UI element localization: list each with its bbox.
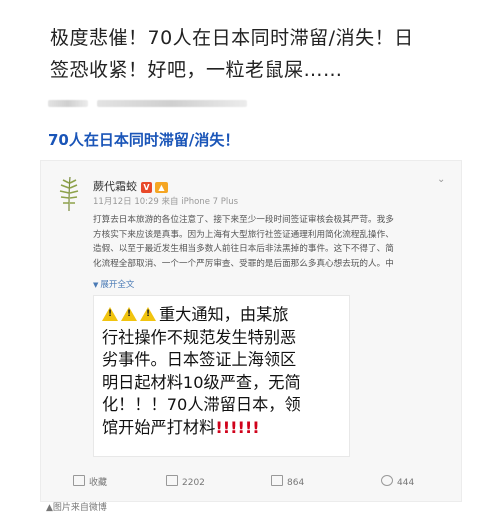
notice-line: 馆开始严打材料 bbox=[102, 417, 216, 437]
post-author[interactable]: 蕨代霜蛟 V ▲ bbox=[93, 178, 168, 194]
post-meta: 11月12日 10:29 来自 iPhone 7 Plus bbox=[93, 197, 239, 207]
headline-line-2: 签恐收紧！好吧，一粒老鼠屎…… bbox=[50, 59, 343, 81]
article-headline: 极度悲催！70人在日本同时滞留/消失！日 签恐收紧！好吧，一粒老鼠屎…… bbox=[50, 22, 450, 86]
warning-icon bbox=[140, 307, 156, 321]
article-subheading: 70人在日本同时滞留/消失！ bbox=[48, 131, 240, 149]
comment-icon bbox=[271, 475, 283, 486]
post-body: 打算去日本旅游的各位注意了、接下来至少一段时间签证审核会极其严苛。我多 方核实下… bbox=[93, 213, 445, 271]
weibo-post-card: 蕨代霜蛟 V ▲ 11月12日 10:29 来自 iPhone 7 Plus ⌄ 打… bbox=[40, 160, 462, 502]
blurred-text bbox=[48, 100, 88, 107]
favorite-button[interactable]: 收藏 bbox=[73, 475, 107, 488]
warning-icon bbox=[121, 307, 137, 321]
repost-button[interactable]: 2202 bbox=[166, 475, 205, 488]
comment-count: 864 bbox=[287, 478, 305, 488]
post-body-line: 造假、以至于最近发生相当多数人前往日本后非法黑掉的事件。这下不得了、简 bbox=[93, 244, 394, 254]
expand-full-text-link[interactable]: ▼ 展开全文 bbox=[93, 278, 134, 290]
image-edge-fade bbox=[325, 296, 349, 456]
chevron-down-icon[interactable]: ⌄ bbox=[437, 175, 447, 185]
like-button[interactable]: 444 bbox=[381, 475, 414, 488]
expand-arrow-icon: ▼ bbox=[93, 281, 99, 289]
author-name[interactable]: 蕨代霜蛟 bbox=[93, 180, 137, 193]
notice-line: 明日起材料10级严查，无简 bbox=[102, 372, 301, 392]
notice-line: 劣事件。日本签证上海领区 bbox=[102, 350, 297, 370]
post-action-bar: 收藏 2202 864 444 bbox=[41, 471, 461, 495]
vip-badge: V bbox=[141, 181, 152, 193]
image-caption: ▲图片来自微博 bbox=[46, 503, 107, 513]
notice-line: 重大通知，由某旅 bbox=[159, 305, 289, 324]
blurred-text bbox=[97, 100, 248, 107]
expand-label: 展开全文 bbox=[100, 280, 135, 290]
comment-button[interactable]: 864 bbox=[271, 475, 304, 488]
favorite-label: 收藏 bbox=[89, 478, 108, 488]
like-count: 444 bbox=[397, 478, 415, 488]
level-badge-icon: ▲ bbox=[155, 181, 168, 193]
exclamation-marks: !!!!!! bbox=[215, 417, 260, 437]
thumbs-up-icon bbox=[381, 475, 393, 486]
warning-icon bbox=[102, 307, 118, 321]
blurred-author-row bbox=[48, 92, 278, 107]
notice-image[interactable]: 重大通知，由某旅 行社操作不规范发生特别恶 劣事件。日本签证上海领区 明日起材料… bbox=[93, 295, 350, 457]
repost-icon bbox=[166, 475, 178, 486]
post-body-line: 化流程全部取消、一个一个严厉审查、受罪的是后面那么多真心想去玩的人。中 bbox=[93, 258, 394, 269]
post-body-line: 方核实下来应该是真事。因为上海有大型旅行社签证通理利用简化流程乱操作、 bbox=[93, 229, 394, 240]
post-body-line: 打算去日本旅游的各位注意了、接下来至少一段时间签证审核会极其严苛。我多 bbox=[93, 215, 394, 225]
repost-count: 2202 bbox=[182, 478, 205, 488]
notice-line: 化！！！70人滞留日本，领 bbox=[102, 395, 301, 415]
notice-text: 重大通知，由某旅 行社操作不规范发生特别恶 劣事件。日本签证上海领区 明日起材料… bbox=[102, 304, 349, 440]
fern-avatar-icon[interactable] bbox=[55, 175, 83, 213]
star-icon bbox=[73, 475, 85, 486]
notice-line: 行社操作不规范发生特别恶 bbox=[102, 327, 297, 347]
headline-line-1: 极度悲催！70人在日本同时滞留/消失！日 bbox=[50, 27, 414, 49]
